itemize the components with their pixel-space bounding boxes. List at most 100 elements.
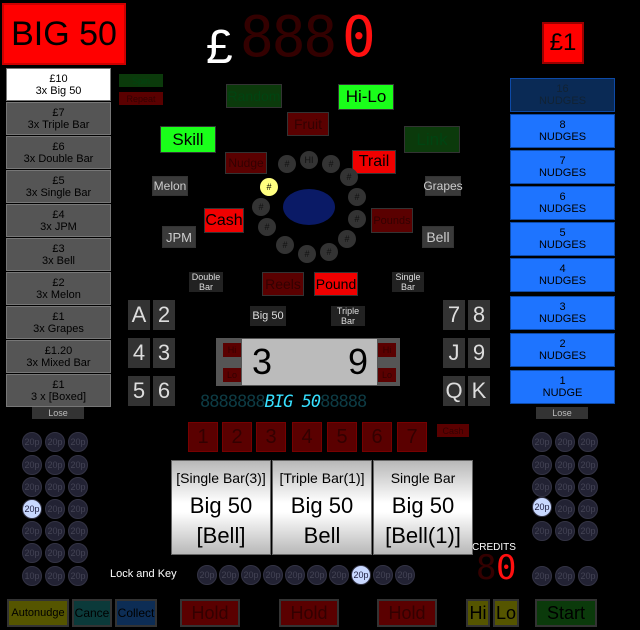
hold-button-1[interactable]: Hold (180, 599, 240, 627)
coin-lamp: 20p (555, 499, 575, 519)
coin-lamp: 20p (555, 432, 575, 452)
nudge-label: NUDGES (538, 275, 587, 287)
nudge-count: 1 (559, 375, 566, 387)
coin-lamp: 20p (45, 521, 65, 541)
feature-fruit: Fruit (287, 112, 329, 136)
coin-lamp: 20p (532, 566, 552, 586)
nudge-step: 6 NUDGES (510, 186, 615, 220)
start-button[interactable]: Start (535, 599, 597, 627)
feature-nudge: Nudge (225, 152, 267, 174)
coin-lamp: 20p (395, 565, 415, 585)
hi-button[interactable]: Hi (466, 599, 490, 627)
lo-button[interactable]: Lo (493, 599, 519, 627)
hold-button-2[interactable]: Hold (279, 599, 339, 627)
coin-lamp: 20p (532, 432, 552, 452)
feature-grapes: Grapes (423, 176, 463, 196)
ring-lamp: # (258, 218, 276, 236)
key-8: 8 (468, 300, 490, 330)
prize: £6 (52, 140, 65, 153)
lock-and-key-label: Lock and Key (110, 568, 177, 580)
nudge-count: 3 (559, 301, 566, 313)
coin-lamp: 20p (329, 565, 349, 585)
coin-lamp-lit: 20p (22, 499, 42, 519)
trail-step: 5 (327, 422, 357, 452)
coin-lamp: 20p (197, 565, 217, 585)
ring-lamp: # (348, 210, 366, 228)
nudge-count: 6 (559, 191, 566, 203)
reel-3: Single Bar Big 50 [Bell(1)] (373, 460, 473, 555)
nudge-label: NUDGES (538, 313, 587, 325)
coin-lamp: 20p (68, 432, 88, 452)
paytable-row: £6 3x Double Bar (6, 136, 111, 169)
feature-bell: Bell (422, 226, 454, 248)
combo: 3x Bell (41, 254, 76, 267)
credits-value: 0 (496, 548, 517, 588)
coin-lamp: 20p (219, 565, 239, 585)
reel-symbol-bottom: Bell (303, 522, 341, 548)
trail-cash: Cash (437, 424, 469, 437)
coin-lamp: 20p (555, 455, 575, 475)
nudge-count: 7 (559, 155, 566, 167)
hilo-left-lo: Lo (223, 368, 241, 382)
key-7: 7 (443, 300, 465, 330)
reel-symbol-win: Big 50 (391, 492, 455, 518)
hilo-current-number: 3 (251, 341, 273, 382)
trail-step: 2 (222, 422, 252, 452)
prize: £4 (52, 208, 65, 221)
nudge-step: 1 NUDGE (510, 370, 615, 404)
reel-symbol-bottom: [Bell(1)] (385, 522, 461, 548)
feature-cash: Cash (204, 208, 244, 233)
scroller-display: 8888888 BIG 50 88888 (200, 392, 430, 414)
ring-lamp: # (340, 168, 358, 186)
nudge-step: 7 NUDGES (510, 150, 615, 184)
key-9: 9 (468, 338, 490, 368)
trail-step: 1 (188, 422, 218, 452)
key-queen: Q (443, 376, 465, 406)
feature-pound: Pound (314, 272, 358, 296)
coin-lamp: 20p (22, 432, 42, 452)
prize: £3 (52, 242, 65, 255)
combo: 3x Mixed Bar (26, 356, 91, 369)
coin-lamp: 20p (45, 543, 65, 563)
nudge-label: NUDGES (538, 350, 587, 362)
nudge-count: 16 (556, 83, 569, 95)
nudge-label: NUDGES (538, 95, 587, 107)
nudge-label: NUDGES (538, 167, 587, 179)
paytable-row: £10 3x Big 50 (6, 68, 111, 101)
lose-left-label: Lose (32, 407, 84, 419)
coin-lamp: 20p (45, 477, 65, 497)
collect-button[interactable]: Collect (115, 599, 157, 627)
coin-lamp: 20p (68, 499, 88, 519)
reel-symbol-top: Single Bar (390, 469, 456, 486)
nudge-step: 16 NUDGES (510, 78, 615, 112)
coin-lamp: 20p (532, 455, 552, 475)
coin-lamp: 20p (373, 565, 393, 585)
paytable-row: £2 3x Melon (6, 272, 111, 305)
paytable-row: £7 3x Triple Bar (6, 102, 111, 135)
cancel-button[interactable]: Cance (72, 599, 112, 627)
reel-2: [Triple Bar(1)] Big 50 Bell (272, 460, 372, 555)
trail-step: 7 (397, 422, 427, 452)
feature-link: Link (404, 126, 460, 153)
coin-lamp: 20p (45, 455, 65, 475)
coin-lamp: 20p (555, 521, 575, 541)
reel-1: [Single Bar(3)] Big 50 [Bell] (171, 460, 271, 555)
autonudge-button[interactable]: Autonudge (7, 599, 69, 627)
ring-lamp: # (338, 230, 356, 248)
nudge-label: NUDGE (542, 387, 583, 399)
coin-lamp: 20p (68, 477, 88, 497)
ring-lamp-hi: HI (300, 151, 318, 169)
feature-melon: Melon (152, 176, 188, 196)
nudge-count: 8 (559, 119, 566, 131)
lose-right-label: Lose (536, 407, 588, 419)
coin-lamp: 20p (532, 521, 552, 541)
key-5: 5 (128, 376, 150, 406)
coin-lamp: 20p (68, 543, 88, 563)
key-2: 2 (153, 300, 175, 330)
coin-lamp: 20p (578, 499, 598, 519)
stake-button[interactable]: £1 (542, 22, 584, 64)
prize: £1.20 (44, 344, 73, 357)
hold-button-3[interactable]: Hold (377, 599, 437, 627)
hilo-left-hi: Hi (223, 343, 241, 357)
scroller-dim: 8888888 (200, 392, 266, 412)
